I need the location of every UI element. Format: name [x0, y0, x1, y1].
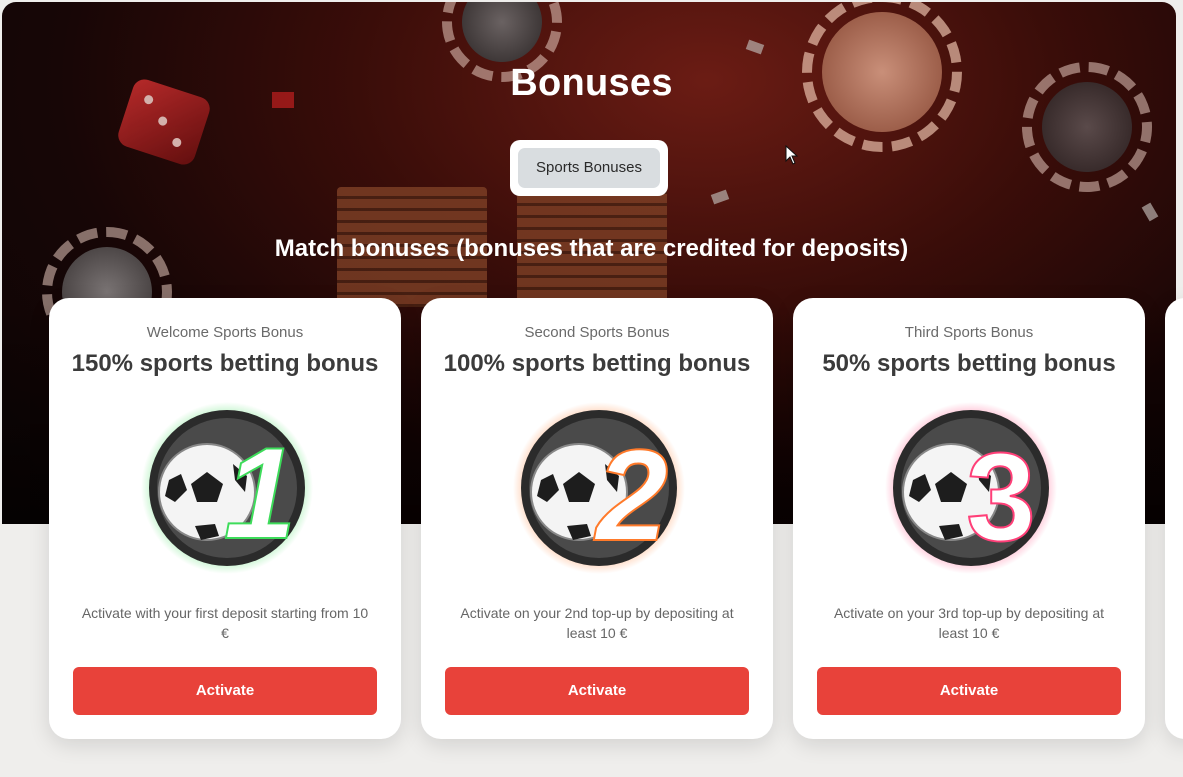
- bonus-card-welcome: Welcome Sports Bonus 150% sports betting…: [49, 298, 401, 739]
- svg-text:3: 3: [966, 428, 1036, 567]
- bonus-card-kicker: Second Sports Bonus: [524, 324, 670, 341]
- soccer-ball-badge-icon: 3: [885, 402, 1057, 574]
- bonuses-page: Bonuses Sports Bonuses Match bonuses (bo…: [0, 0, 1183, 777]
- bonus-card-third: Third Sports Bonus 50% sports betting bo…: [793, 298, 1145, 739]
- svg-text:1: 1: [224, 420, 296, 566]
- confetti-decoration: [1141, 202, 1159, 222]
- bonus-card-headline: 150% sports betting bonus: [71, 350, 379, 377]
- bonus-card-description: Activate on your 2nd top-up by depositin…: [460, 605, 734, 641]
- activate-button[interactable]: Activate: [73, 667, 377, 715]
- confetti-decoration: [745, 39, 765, 55]
- svg-text:2: 2: [593, 422, 668, 568]
- tab-sports-bonuses[interactable]: Sports Bonuses: [518, 148, 660, 188]
- bonus-card-headline: 100% sports betting bonus: [443, 350, 751, 377]
- bonus-card-description: Activate with your first deposit startin…: [81, 605, 369, 641]
- soccer-ball-badge-icon: 1: [141, 402, 313, 574]
- soccer-ball-badge-icon: 2: [513, 402, 685, 574]
- bonus-card-next-peek[interactable]: [1165, 298, 1183, 739]
- page-title: Bonuses: [510, 62, 673, 104]
- bonus-card-description: Activate on your 3rd top-up by depositin…: [833, 605, 1105, 641]
- bonus-tab-bar: Sports Bonuses: [510, 140, 668, 196]
- activate-button[interactable]: Activate: [445, 667, 749, 715]
- bonus-card-kicker: Third Sports Bonus: [904, 324, 1034, 341]
- bonus-card-second: Second Sports Bonus 100% sports betting …: [421, 298, 773, 739]
- bonus-card-kicker: Welcome Sports Bonus: [146, 324, 304, 341]
- section-title: Match bonuses (bonuses that are credited…: [274, 235, 909, 262]
- mouse-cursor-icon: [785, 145, 799, 165]
- activate-button[interactable]: Activate: [817, 667, 1121, 715]
- bonus-card-headline: 50% sports betting bonus: [822, 350, 1116, 377]
- confetti-decoration: [710, 189, 730, 205]
